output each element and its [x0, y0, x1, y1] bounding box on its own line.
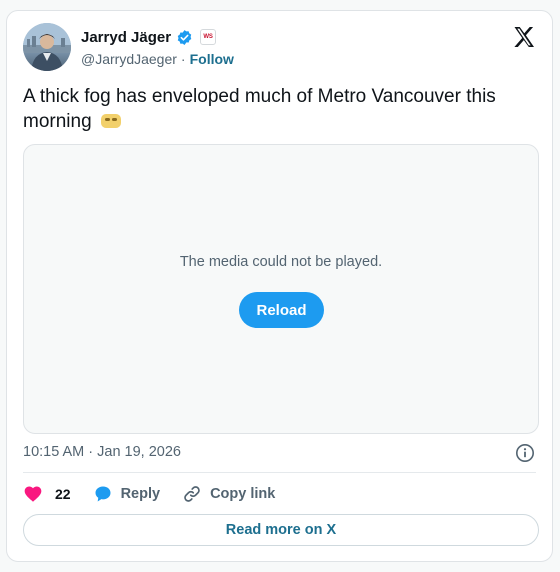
copy-link-button[interactable]: Copy link — [182, 484, 275, 504]
heart-icon — [24, 486, 42, 502]
like-count: 22 — [55, 486, 71, 502]
separator-dot: · — [180, 51, 186, 67]
affiliate-badge-icon: WS — [200, 29, 217, 45]
author-name-row: Jarryd Jäger WS — [81, 27, 217, 47]
author-name[interactable]: Jarryd Jäger — [81, 29, 171, 46]
verified-badge-icon — [176, 29, 193, 46]
fog-face-emoji-icon — [100, 114, 121, 128]
media-error-message: The media could not be played. — [179, 254, 383, 270]
action-bar: 22 Reply Copy link — [23, 483, 297, 505]
author-handle[interactable]: @JarrydJaeger — [81, 51, 177, 67]
reply-label: Reply — [120, 486, 161, 502]
tweet-body: A thick fog has enveloped much of Metro … — [23, 86, 496, 132]
tweet-timestamp[interactable]: 10:15 AM · Jan 19, 2026 — [23, 444, 181, 460]
copy-link-label: Copy link — [210, 486, 276, 502]
author-handle-row: @JarrydJaeger · Follow — [81, 51, 234, 67]
avatar[interactable] — [23, 23, 71, 71]
tweet-text: A thick fog has enveloped much of Metro … — [23, 84, 538, 134]
info-icon[interactable] — [515, 443, 535, 463]
media-player: The media could not be played. Reload — [23, 144, 539, 434]
read-more-button[interactable]: Read more on X — [23, 514, 539, 546]
reply-button[interactable]: Reply — [93, 484, 161, 504]
divider — [23, 472, 536, 473]
link-icon — [184, 486, 200, 502]
x-logo-icon[interactable] — [512, 25, 536, 49]
tweet-embed-card: Jarryd Jäger WS @JarrydJaeger · Follow A… — [6, 10, 553, 562]
reload-button[interactable]: Reload — [239, 292, 324, 328]
speech-bubble-icon — [95, 486, 111, 502]
like-button[interactable]: 22 — [23, 484, 71, 504]
follow-button[interactable]: Follow — [190, 51, 234, 67]
